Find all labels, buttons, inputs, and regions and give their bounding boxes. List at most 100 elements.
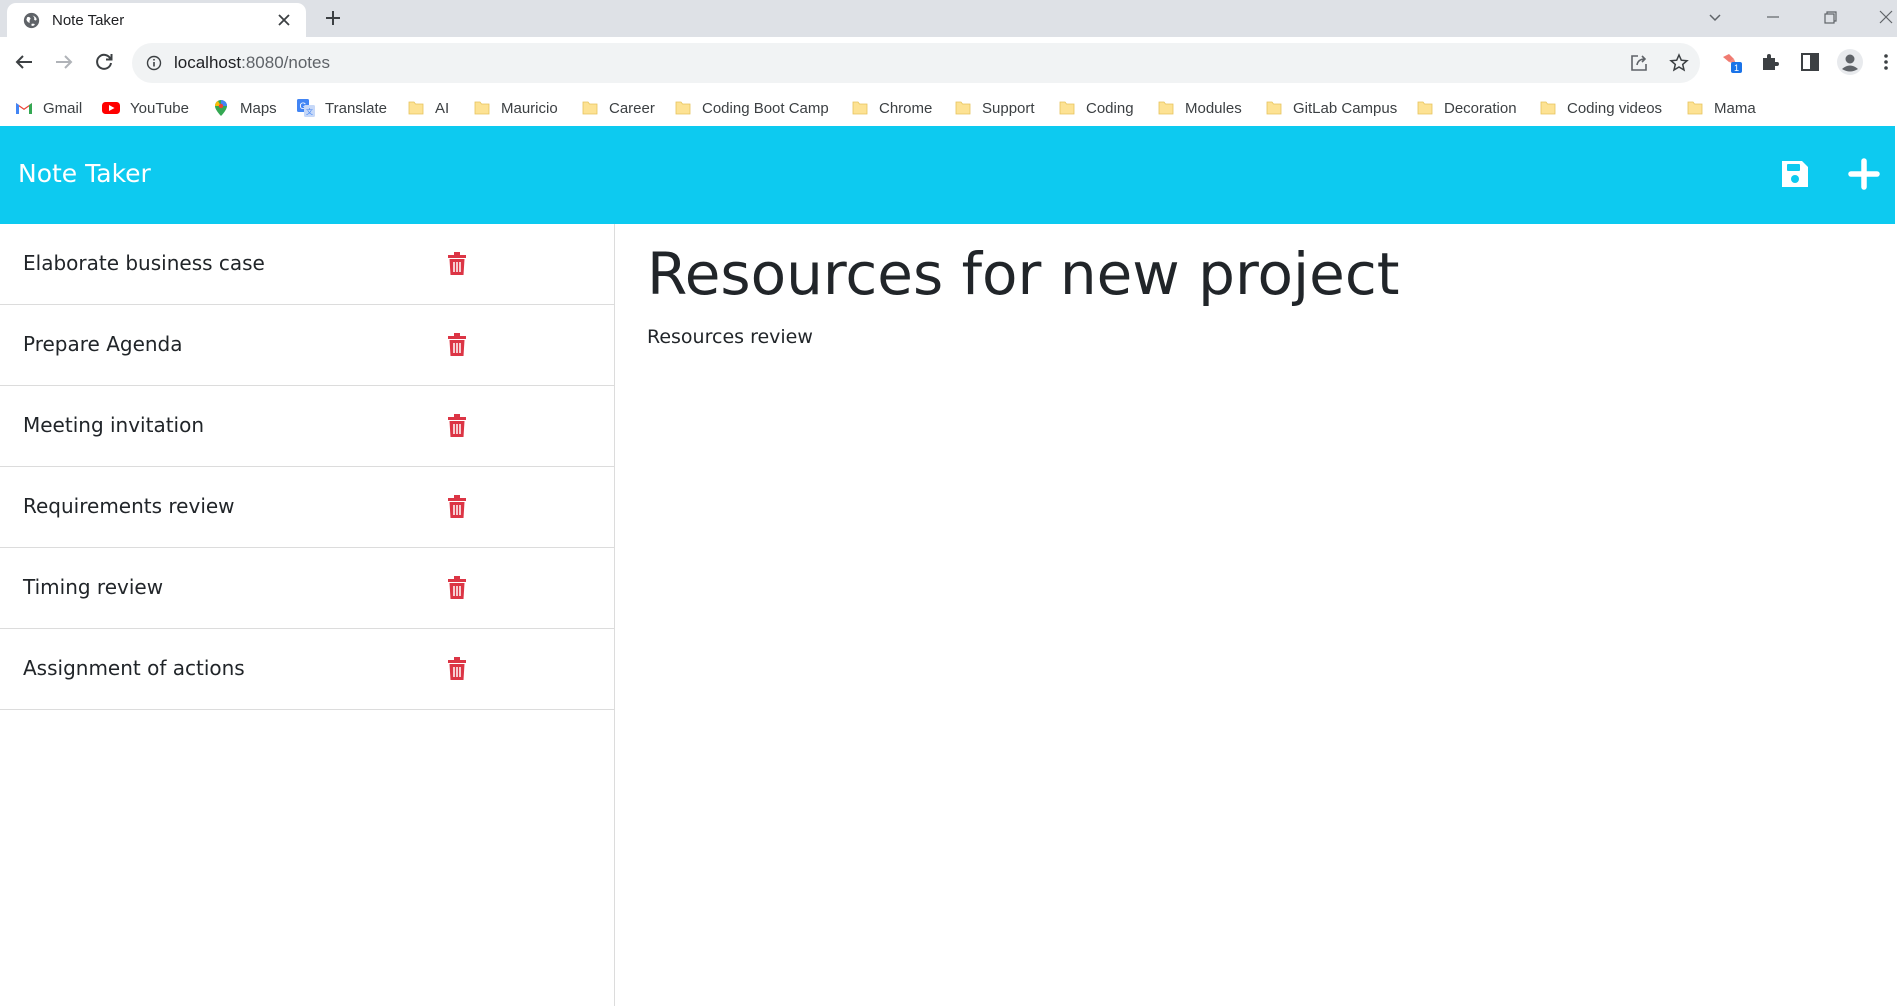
- maps-icon: [215, 100, 227, 116]
- trash-icon[interactable]: [447, 657, 467, 681]
- bookmark-star-icon[interactable]: [1669, 53, 1689, 73]
- bookmark-label: Coding Boot Camp: [702, 99, 829, 117]
- svg-text:文: 文: [306, 107, 313, 116]
- note-title: Timing review: [23, 575, 164, 599]
- bookmark-label: Mama: [1714, 99, 1756, 117]
- bookmark-folder-gitlab-campus[interactable]: GitLab Campus: [1265, 95, 1397, 121]
- trash-icon[interactable]: [447, 252, 467, 276]
- browser-tab[interactable]: Note Taker: [7, 3, 306, 37]
- note-list-item[interactable]: Timing review: [0, 548, 614, 629]
- tab-title: Note Taker: [52, 12, 125, 29]
- note-title: Prepare Agenda: [23, 332, 183, 356]
- bookmark-label: Mauricio: [501, 99, 558, 117]
- folder-icon: [408, 101, 424, 115]
- trash-icon[interactable]: [447, 576, 467, 600]
- bookmark-folder-career[interactable]: Career: [581, 95, 655, 121]
- reload-icon[interactable]: [92, 50, 116, 74]
- bookmark-label: YouTube: [130, 99, 189, 117]
- save-icon[interactable]: [1779, 158, 1811, 190]
- bookmark-label: Coding videos: [1567, 99, 1663, 117]
- url-path: :8080/notes: [241, 53, 330, 72]
- bookmark-folder-mama[interactable]: Mama: [1686, 95, 1756, 121]
- note-list-item[interactable]: Assignment of actions: [0, 629, 614, 710]
- folder-icon: [852, 101, 868, 115]
- notes-list: Elaborate business case Prepare Agenda M…: [0, 224, 615, 1006]
- bookmark-youtube[interactable]: YouTube: [102, 95, 189, 121]
- extensions-puzzle-icon[interactable]: [1758, 50, 1782, 74]
- app-header: Note Taker: [0, 126, 1895, 224]
- folder-icon: [1687, 101, 1703, 115]
- bookmark-folder-decoration[interactable]: Decoration: [1416, 95, 1517, 121]
- chrome-menu-icon[interactable]: [1880, 50, 1892, 74]
- note-list-item[interactable]: Requirements review: [0, 467, 614, 548]
- folder-icon: [1059, 101, 1075, 115]
- bookmark-label: Decoration: [1444, 99, 1517, 117]
- extension-badge: 1: [1734, 63, 1739, 73]
- folder-icon: [1417, 101, 1433, 115]
- note-editor: Resources for new project Resources revi…: [615, 224, 1895, 1006]
- bookmarks-bar: Gmail YouTube Maps G 文 Translate AI Maur…: [0, 90, 1897, 126]
- browser-tabstrip: Note Taker: [0, 0, 1897, 37]
- bookmark-label: Coding: [1086, 99, 1134, 117]
- folder-icon: [474, 101, 490, 115]
- back-icon[interactable]: [12, 50, 36, 74]
- translate-icon: G 文: [297, 99, 315, 117]
- new-tab-icon[interactable]: [324, 9, 342, 27]
- note-title-input[interactable]: Resources for new project: [647, 240, 1399, 308]
- profile-avatar-icon[interactable]: [1836, 48, 1864, 76]
- note-text-area[interactable]: Resources review: [647, 326, 813, 348]
- folder-icon: [1266, 101, 1282, 115]
- bookmark-translate[interactable]: G 文 Translate: [297, 95, 387, 121]
- app-title[interactable]: Note Taker: [18, 159, 151, 188]
- folder-icon: [675, 101, 691, 115]
- bookmark-folder-ai[interactable]: AI: [407, 95, 449, 121]
- url-host: localhost: [174, 53, 242, 72]
- minimize-icon[interactable]: [1764, 8, 1782, 26]
- close-tab-icon[interactable]: [277, 13, 291, 27]
- bookmark-label: Support: [982, 99, 1035, 117]
- bookmark-label: Maps: [240, 99, 277, 117]
- folder-icon: [955, 101, 971, 115]
- url-text[interactable]: localhost:8080/notes: [174, 53, 330, 73]
- bookmark-folder-modules[interactable]: Modules: [1157, 95, 1242, 121]
- bookmark-folder-coding-boot-camp[interactable]: Coding Boot Camp: [674, 95, 829, 121]
- bookmark-folder-support[interactable]: Support: [954, 95, 1035, 121]
- side-panel-icon[interactable]: [1798, 50, 1822, 74]
- restore-icon[interactable]: [1821, 8, 1839, 26]
- close-window-icon[interactable]: [1877, 8, 1895, 26]
- note-title: Requirements review: [23, 494, 235, 518]
- bookmark-label: Gmail: [43, 99, 83, 117]
- youtube-icon: [102, 102, 120, 114]
- tab-search-icon[interactable]: [1706, 8, 1724, 26]
- bookmark-label: AI: [435, 99, 450, 117]
- share-icon[interactable]: [1629, 53, 1649, 73]
- site-info-icon[interactable]: [146, 55, 162, 71]
- folder-icon: [1540, 101, 1556, 115]
- folder-icon: [1158, 101, 1174, 115]
- trash-icon[interactable]: [447, 333, 467, 357]
- globe-icon: [23, 12, 40, 29]
- browser-toolbar: localhost:8080/notes 1: [0, 37, 1897, 90]
- forward-icon[interactable]: [52, 50, 76, 74]
- bookmark-label: Career: [609, 99, 655, 117]
- trash-icon[interactable]: [447, 495, 467, 519]
- bookmark-maps[interactable]: Maps: [212, 95, 277, 121]
- bookmark-label: GitLab Campus: [1293, 99, 1398, 117]
- bookmark-folder-chrome[interactable]: Chrome: [851, 95, 932, 121]
- note-title: Elaborate business case: [23, 251, 265, 275]
- note-list-item[interactable]: Meeting invitation: [0, 386, 614, 467]
- bookmark-folder-mauricio[interactable]: Mauricio: [473, 95, 558, 121]
- trash-icon[interactable]: [447, 414, 467, 438]
- bookmark-folder-coding[interactable]: Coding: [1058, 95, 1134, 121]
- note-list-item[interactable]: Elaborate business case: [0, 224, 614, 305]
- plus-icon[interactable]: [1848, 158, 1880, 190]
- note-title: Assignment of actions: [23, 656, 245, 680]
- bookmark-gmail[interactable]: Gmail: [15, 95, 82, 121]
- bookmark-folder-coding-videos[interactable]: Coding videos: [1539, 95, 1662, 121]
- bookmark-label: Chrome: [879, 99, 933, 117]
- extension-icon-with-badge[interactable]: 1: [1720, 50, 1744, 74]
- note-list-item[interactable]: Prepare Agenda: [0, 305, 614, 386]
- address-bar[interactable]: localhost:8080/notes: [132, 43, 1700, 83]
- folder-icon: [582, 101, 598, 115]
- gmail-icon: [16, 103, 32, 114]
